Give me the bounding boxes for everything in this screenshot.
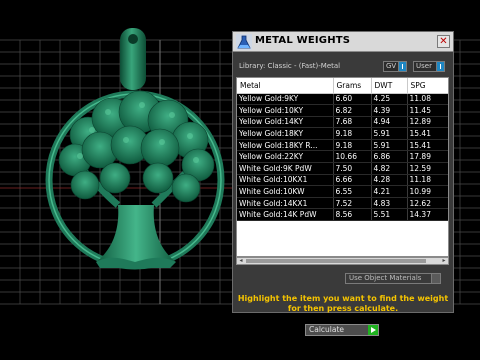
table-row[interactable]: White Gold:10KX1 6.66 4.28 11.18	[237, 174, 448, 187]
cell-grams: 9.18	[333, 139, 372, 152]
cell-dwt: 4.83	[371, 197, 408, 210]
cell-dwt: 4.39	[371, 104, 408, 117]
calculate-button[interactable]: Calculate	[305, 324, 379, 336]
metal-weights-panel: METAL WEIGHTS ✕ Library: Classic - (Fast…	[232, 31, 454, 336]
instruction-line-1: Highlight the item you want to find the …	[237, 294, 449, 303]
cell-metal: White Gold:14KX1	[237, 197, 334, 210]
cell-grams: 10.66	[333, 150, 372, 164]
panel-title: METAL WEIGHTS	[255, 35, 351, 46]
checkbox-icon	[431, 274, 440, 283]
cell-grams: 8.56	[333, 208, 372, 222]
gv-toggle-label: GV	[386, 62, 397, 70]
cell-grams: 9.18	[333, 127, 372, 140]
cell-grams: 6.82	[333, 104, 372, 117]
cell-metal: Yellow Gold:10KY	[237, 104, 334, 117]
cell-metal: Yellow Gold:9KY	[237, 93, 334, 106]
toggle-switch-icon	[436, 61, 445, 72]
scroll-right-icon[interactable]: ▸	[440, 258, 448, 264]
table-row[interactable]: Yellow Gold:22KY 10.66 6.86 17.89	[237, 150, 448, 164]
panel-titlebar[interactable]: METAL WEIGHTS ✕	[233, 32, 453, 52]
tree-canopy	[58, 90, 215, 203]
cell-spg: 11.08	[407, 93, 448, 106]
user-toggle-label: User	[416, 62, 432, 70]
column-header-grams[interactable]: Grams	[333, 78, 372, 94]
column-header-spg[interactable]: SPG	[407, 78, 448, 94]
cell-grams: 7.52	[333, 197, 372, 210]
scroll-left-icon[interactable]: ◂	[237, 258, 245, 264]
library-label: Library: Classic - (Fast)-Metal	[239, 62, 341, 70]
cell-grams: 7.68	[333, 116, 372, 129]
cell-spg: 15.41	[407, 127, 448, 140]
cell-spg: 12.89	[407, 116, 448, 129]
cell-metal: White Gold:14K PdW	[237, 208, 334, 222]
cell-metal: Yellow Gold:18KY R...	[237, 139, 334, 152]
cell-spg: 17.89	[407, 150, 448, 164]
table-row[interactable]: Yellow Gold:14KY 7.68 4.94 12.89	[237, 116, 448, 129]
scrollbar-thumb[interactable]	[246, 259, 426, 263]
cell-dwt: 4.25	[371, 93, 408, 106]
table-row[interactable]: White Gold:14KX1 7.52 4.83 12.62	[237, 197, 448, 210]
play-arrow-icon	[368, 325, 378, 335]
cell-dwt: 6.86	[371, 150, 408, 164]
user-toggle[interactable]: User	[413, 61, 445, 72]
cell-metal: White Gold:9K PdW	[237, 162, 334, 175]
cell-metal: White Gold:10KX1	[237, 174, 334, 187]
use-object-materials-button[interactable]: Use Object Materials	[345, 273, 441, 284]
cell-dwt: 4.28	[371, 174, 408, 187]
flask-icon	[236, 34, 252, 50]
gv-toggle[interactable]: GV	[383, 61, 407, 72]
cell-grams: 6.55	[333, 185, 372, 198]
calculate-label: Calculate	[309, 325, 345, 334]
table-row[interactable]: Yellow Gold:18KY 9.18 5.91 15.41	[237, 127, 448, 140]
cell-metal: Yellow Gold:18KY	[237, 127, 334, 140]
cell-grams: 7.50	[333, 162, 372, 175]
column-header-dwt[interactable]: DWT	[371, 78, 408, 94]
metal-table[interactable]: Metal Grams DWT SPG Yellow Gold:9KY 6.60 4…	[236, 77, 449, 257]
cell-dwt: 4.21	[371, 185, 408, 198]
cell-spg: 12.62	[407, 197, 448, 210]
cell-spg: 12.59	[407, 162, 448, 175]
table-row[interactable]: White Gold:14K PdW 8.56 5.51 14.37	[237, 208, 448, 222]
table-row[interactable]: White Gold:10KW 6.55 4.21 10.99	[237, 185, 448, 198]
table-header-row: Metal Grams DWT SPG	[237, 78, 448, 94]
table-row[interactable]: White Gold:9K PdW 7.50 4.82 12.59	[237, 162, 448, 175]
column-header-metal[interactable]: Metal	[237, 78, 334, 94]
instruction-line-2: for then press calculate.	[287, 304, 399, 313]
use-object-materials-label: Use Object Materials	[349, 274, 422, 282]
instruction-text: Highlight the item you want to find the …	[233, 294, 453, 314]
toggle-switch-icon	[398, 61, 407, 72]
cell-spg: 15.41	[407, 139, 448, 152]
cell-dwt: 5.91	[371, 139, 408, 152]
pendant-bail	[120, 28, 146, 90]
table-row[interactable]: Yellow Gold:9KY 6.60 4.25 11.08	[237, 93, 448, 106]
cell-dwt: 5.91	[371, 127, 408, 140]
close-icon[interactable]: ✕	[437, 35, 450, 48]
cell-dwt: 5.51	[371, 208, 408, 222]
table-row[interactable]: Yellow Gold:10KY 6.82 4.39 11.45	[237, 104, 448, 117]
cell-dwt: 4.94	[371, 116, 408, 129]
cell-spg: 11.18	[407, 174, 448, 187]
table-row[interactable]: Yellow Gold:18KY R... 9.18 5.91 15.41	[237, 139, 448, 152]
cell-metal: White Gold:10KW	[237, 185, 334, 198]
cell-dwt: 4.82	[371, 162, 408, 175]
cell-metal: Yellow Gold:22KY	[237, 150, 334, 164]
cell-grams: 6.66	[333, 174, 372, 187]
cell-metal: Yellow Gold:14KY	[237, 116, 334, 129]
cell-spg: 14.37	[407, 208, 448, 222]
horizontal-scrollbar[interactable]: ◂ ▸	[236, 257, 449, 265]
cell-grams: 6.60	[333, 93, 372, 106]
cell-spg: 11.45	[407, 104, 448, 117]
cell-spg: 10.99	[407, 185, 448, 198]
